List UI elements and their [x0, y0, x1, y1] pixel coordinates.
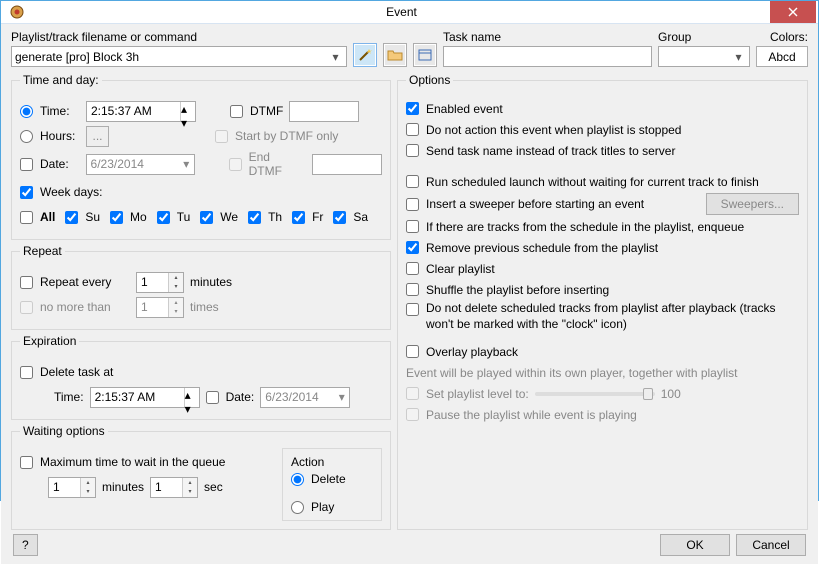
check-dtmf[interactable]: DTMF — [230, 104, 283, 118]
timeday-legend: Time and day: — [20, 73, 102, 87]
wait-seconds-spin[interactable]: 1▴▾ — [150, 477, 198, 498]
no-more-than-unit: times — [190, 300, 219, 314]
check-weekdays[interactable]: Week days: — [20, 185, 102, 199]
radio-time[interactable]: Time: — [20, 104, 80, 118]
check-weekday-mo[interactable]: Mo — [110, 210, 147, 224]
wand-icon — [357, 47, 373, 63]
ok-button[interactable]: OK — [660, 534, 730, 556]
no-more-than-spin: 1▴▾ — [136, 297, 184, 318]
check-weekday-fr[interactable]: Fr — [292, 210, 323, 224]
colors-button[interactable]: Abcd — [756, 46, 808, 67]
check-no-delete-clock[interactable]: Do not delete scheduled tracks from play… — [406, 301, 799, 332]
app-icon — [7, 2, 27, 22]
titlebar: Event — [1, 1, 818, 24]
close-icon — [788, 7, 798, 17]
expiration-legend: Expiration — [20, 334, 79, 348]
taskname-input[interactable] — [443, 46, 652, 67]
radio-action-play[interactable]: Play — [291, 500, 373, 514]
check-noaction-stopped[interactable]: Do not action this event when playlist i… — [406, 123, 681, 137]
check-start-dtmf-only: Start by DTMF only — [215, 129, 338, 143]
action-frame: Action Delete Play — [282, 448, 382, 521]
check-weekday-th[interactable]: Th — [248, 210, 282, 224]
time-input[interactable]: 2:15:37 AM▴▾ — [86, 101, 196, 122]
expiration-time-label: Time: — [54, 390, 84, 404]
close-button[interactable] — [770, 1, 816, 23]
expiration-time-input[interactable]: 2:15:37 AM▴▾ — [90, 387, 200, 408]
hours-picker-button: ... — [86, 126, 109, 147]
check-send-taskname[interactable]: Send task name instead of track titles t… — [406, 144, 675, 158]
check-weekday-su[interactable]: Su — [65, 210, 100, 224]
group-label: Group — [658, 30, 750, 44]
check-expiration-date[interactable]: Date: — [206, 390, 255, 404]
waiting-legend: Waiting options — [20, 424, 108, 438]
group-options: Options Enabled event Do not action this… — [397, 73, 808, 530]
chevron-down-icon: ▾ — [179, 157, 194, 171]
check-overlay-playback[interactable]: Overlay playback — [406, 345, 518, 359]
overlay-hint: Event will be played within its own play… — [406, 366, 738, 380]
date-input: 6/23/2014▾ — [86, 154, 195, 175]
expiration-date-input: 6/23/2014▾ — [260, 387, 350, 408]
check-delete-task-at[interactable]: Delete task at — [20, 365, 113, 379]
filename-combo[interactable]: generate [pro] Block 3h ▾ — [11, 46, 347, 67]
dtmf-input[interactable] — [289, 101, 359, 122]
check-pause-playlist: Pause the playlist while event is playin… — [406, 408, 637, 422]
check-clear-playlist[interactable]: Clear playlist — [406, 262, 495, 276]
check-set-level: Set playlist level to: — [406, 387, 529, 401]
filename-label: Playlist/track filename or command — [11, 30, 347, 44]
check-insert-sweeper[interactable]: Insert a sweeper before starting an even… — [406, 197, 644, 211]
check-weekday-sa[interactable]: Sa — [333, 210, 368, 224]
chevron-down-icon: ▾ — [328, 50, 343, 64]
check-end-dtmf: End DTMF — [229, 150, 306, 178]
group-waiting-options: Waiting options Maximum time to wait in … — [11, 424, 391, 530]
check-run-nowait[interactable]: Run scheduled launch without waiting for… — [406, 175, 759, 189]
help-button[interactable]: ? — [13, 534, 38, 556]
wait-minutes-unit: minutes — [102, 480, 144, 494]
wait-seconds-unit: sec — [204, 480, 223, 494]
action-label: Action — [291, 455, 373, 469]
cancel-button[interactable]: Cancel — [736, 534, 806, 556]
group-expiration: Expiration Delete task at Time: 2:15:37 … — [11, 334, 391, 420]
group-time-and-day: Time and day: Time: 2:15:37 AM▴▾ DTMF Ho… — [11, 73, 391, 240]
colors-label: Colors: — [756, 30, 808, 44]
chevron-down-icon: ▾ — [731, 50, 746, 64]
wizard-button[interactable] — [353, 43, 377, 67]
sweepers-button: Sweepers... — [706, 193, 799, 215]
check-remove-prev[interactable]: Remove previous schedule from the playli… — [406, 241, 658, 255]
options-legend: Options — [406, 73, 453, 87]
wait-minutes-spin[interactable]: 1▴▾ — [48, 477, 96, 498]
check-weekday-all[interactable]: All — [20, 210, 55, 224]
check-shuffle[interactable]: Shuffle the playlist before inserting — [406, 283, 609, 297]
browse-button[interactable] — [383, 43, 407, 67]
radio-hours[interactable]: Hours: — [20, 129, 80, 143]
repeat-every-unit: minutes — [190, 275, 232, 289]
window-icon — [417, 47, 433, 63]
check-repeat-every[interactable]: Repeat every — [20, 275, 130, 289]
playlist-level-slider — [535, 392, 655, 396]
list-view-button[interactable] — [413, 43, 437, 67]
end-dtmf-input — [312, 154, 382, 175]
group-combo[interactable]: ▾ — [658, 46, 750, 67]
check-weekday-tu[interactable]: Tu — [157, 210, 191, 224]
playlist-level-value: 100 — [661, 387, 681, 401]
check-enqueue[interactable]: If there are tracks from the schedule in… — [406, 220, 744, 234]
check-date[interactable]: Date: — [20, 157, 80, 171]
taskname-label: Task name — [443, 30, 652, 44]
chevron-down-icon: ▾ — [334, 390, 349, 404]
check-weekday-we[interactable]: We — [200, 210, 238, 224]
check-max-wait[interactable]: Maximum time to wait in the queue — [20, 455, 225, 469]
group-repeat: Repeat Repeat every 1▴▾ minutes no more … — [11, 244, 391, 330]
check-no-more-than: no more than — [20, 300, 130, 314]
folder-icon — [387, 47, 403, 63]
repeat-every-spin[interactable]: 1▴▾ — [136, 272, 184, 293]
window-title: Event — [33, 5, 770, 19]
check-enabled-event[interactable]: Enabled event — [406, 102, 503, 116]
repeat-legend: Repeat — [20, 244, 65, 258]
radio-action-delete[interactable]: Delete — [291, 472, 373, 486]
